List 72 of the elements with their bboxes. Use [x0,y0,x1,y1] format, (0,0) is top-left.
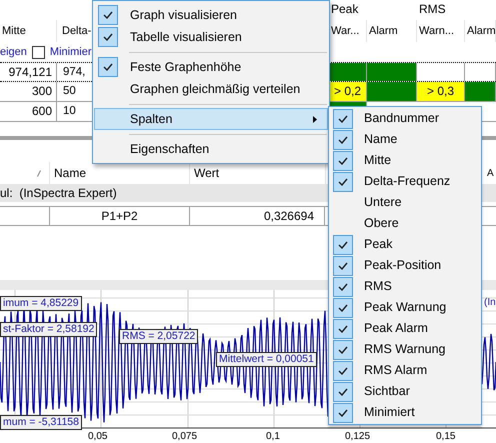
menu-item[interactable]: Bandnummer [329,108,481,129]
table-cell-text: 974, [62,65,86,80]
axis-label: 0,15 [436,431,456,442]
menu-label: Eigenschaften [129,140,210,158]
menu-item[interactable]: Peak-Position [329,255,481,276]
checkbox-label[interactable]: Minimier [50,44,92,60]
axis-label: 0,125 [345,431,370,442]
menu-item[interactable]: Peak [329,234,481,255]
menu-item[interactable]: Obere [329,213,481,234]
axis-label: 0,05 [88,431,108,442]
menu-item[interactable]: RMS Warnung [329,339,481,360]
menu-item[interactable]: Feste Graphenhöhe [94,56,328,78]
axis-label: 0,1 [266,431,280,442]
legend-text: (In [484,296,496,310]
table-cell: P1+P2 [50,207,190,225]
menu-item[interactable]: Minimiert [329,402,481,423]
menu-label: Feste Graphenhöhe [129,58,242,76]
annotation-label: Mittelwert = 0,00051 [216,352,317,367]
menu-label: Peak [363,236,392,254]
menu-item[interactable]: Tabelle visualisieren [94,26,328,48]
menu-label: RMS [363,278,392,296]
menu-label: Peak-Position [363,257,442,274]
table-cell-text: 50 [62,84,77,99]
menu-item[interactable]: RMS [329,276,481,297]
annotation-label: st-Faktor = 2,58192 [0,322,98,337]
group-header: Peak [330,1,360,18]
group-header: RMS [418,1,447,18]
menu-label: Minimiert [363,404,415,422]
menu-item[interactable]: RMS Alarm [329,360,481,381]
column-header[interactable]: Alarm [465,20,496,42]
menu-item[interactable]: Spalten [94,108,328,130]
menu-label: Obere [363,215,399,232]
submenu-arrow-icon [313,116,317,123]
annotation-label: RMS = 2,05722 [119,329,198,344]
menu-label: Sichtbar [363,383,410,400]
menu-item[interactable]: Mitte [329,150,481,171]
menu-label: Name [363,131,398,148]
menu-item[interactable]: Peak Alarm [329,318,481,339]
menu-label: Graphen gleichmäßig verteilen [129,80,300,98]
axis-label: 0,075 [172,431,198,442]
checkbox[interactable] [32,46,45,58]
table-cell-text: 10 [62,104,77,119]
menu-item[interactable]: Sichtbar [329,381,481,402]
menu-label: RMS Warnung [363,341,446,358]
menu-label: RMS Alarm [363,362,428,380]
menu-label: Graph visualisieren [129,6,237,24]
sort-icon [37,170,41,176]
column-header[interactable]: Alarm [367,20,417,42]
filter-link[interactable]: eigen [0,44,27,60]
column-header[interactable]: A [487,166,494,180]
column-header[interactable]: Delta- [57,20,92,42]
table-cell: 600 [0,102,57,121]
status-cell: > 0,3 [417,82,465,101]
table-cell: 974,121 [0,63,57,81]
column-header[interactable]: Mitte [0,20,57,42]
column-header[interactable]: Warn... [417,20,465,42]
menu-item[interactable]: Graphen gleichmäßig verteilen [94,78,328,100]
table-cell: 0,326694 [190,207,325,225]
status-cell: > 0,2 [329,82,367,101]
table-cell: 300 [0,82,57,101]
menu-label: Peak Warnung [363,299,446,316]
menu-item[interactable]: Peak Warnung [329,297,481,318]
annotation-label: mum = -5,31158 [0,415,82,430]
menu-item[interactable]: Name [329,129,481,150]
menu-label: Mitte [363,152,392,170]
menu-item[interactable]: Graph visualisieren [94,4,328,26]
menu-label: Tabelle visualisieren [129,28,242,46]
menu-label: Spalten [129,110,172,128]
menu-label: Bandnummer [363,110,440,128]
annotation-label: imum = 4,85229 [0,296,82,311]
menu-item[interactable]: Eigenschaften [94,138,328,160]
menu-label: Peak Alarm [363,320,428,338]
